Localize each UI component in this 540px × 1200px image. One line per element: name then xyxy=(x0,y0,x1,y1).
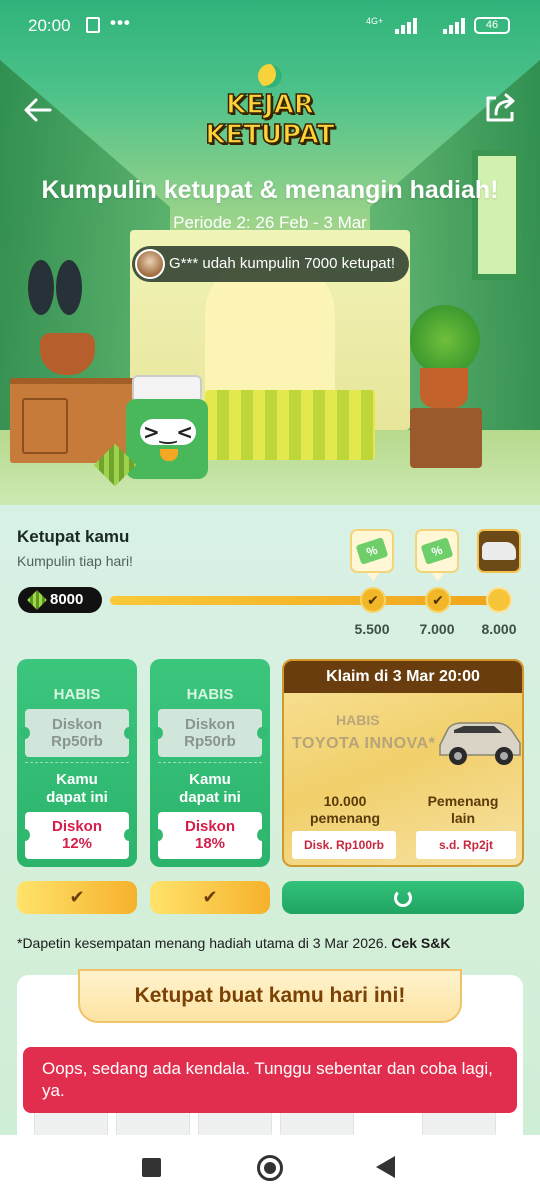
crescent-moon-icon xyxy=(258,64,282,88)
period-label: Periode 2: 26 Feb - 3 Mar xyxy=(173,213,367,232)
you-get-label: Kamu dapat ini xyxy=(46,771,108,806)
grand-prize-card[interactable]: Klaim di 3 Mar 20:00 HABIS TOYOTA INNOVA… xyxy=(282,659,524,867)
ketupat-section-subtitle: Kumpulin tiap hari! xyxy=(17,553,133,569)
reward-coupon: Diskon 18% xyxy=(153,812,267,859)
plant-pot-icon xyxy=(420,368,468,408)
status-badge: HABIS xyxy=(53,686,101,703)
back-triangle-icon[interactable] xyxy=(376,1156,395,1178)
error-toast: Oops, sedang ada kendala. Tunggu sebenta… xyxy=(23,1047,517,1113)
sold-out-coupon: Diskon Rp50rb xyxy=(20,709,134,757)
status-time: 20:00 xyxy=(28,16,71,35)
status-badge: HABIS xyxy=(186,686,234,703)
daily-ketupat-title: Ketupat buat kamu hari ini! xyxy=(78,969,462,1023)
share-icon[interactable] xyxy=(482,90,518,126)
other-winners-label: Pemenang lain xyxy=(427,793,499,826)
milestone-check-icon: ✔ xyxy=(360,587,386,613)
back-arrow-icon[interactable] xyxy=(20,92,56,128)
check-icon: ✔ xyxy=(69,887,85,908)
you-get-label: Kamu dapat ini xyxy=(179,771,241,806)
milestone-check-icon: ✔ xyxy=(425,587,451,613)
reward-card-1[interactable]: HABIS Diskon Rp50rb Kamu dapat ini Diskon 1… xyxy=(17,659,137,867)
home-icon[interactable] xyxy=(257,1155,283,1181)
wooden-stool xyxy=(410,408,482,468)
claim-date-header: Klaim di 3 Mar 20:00 xyxy=(284,661,522,693)
battery-icon: 46 xyxy=(474,17,510,34)
milestone-label: 8.000 xyxy=(481,621,517,637)
recent-apps-icon[interactable] xyxy=(142,1158,161,1177)
plant-icon xyxy=(410,305,480,375)
grand-coupon-2: s.d. Rp2jt xyxy=(416,831,516,859)
prize-name: TOYOTA INNOVA* xyxy=(292,735,436,752)
claimed-check-button[interactable]: ✔ xyxy=(17,881,137,914)
ketupat-table xyxy=(205,390,375,460)
ketupat-section-title: Ketupat kamu xyxy=(17,527,130,546)
terms-link[interactable]: Cek S&K xyxy=(391,935,450,951)
signal-icon xyxy=(443,18,469,34)
sold-out-coupon: Diskon Rp50rb xyxy=(153,709,267,757)
check-icon: ✔ xyxy=(202,887,218,908)
claimed-check-button[interactable]: ✔ xyxy=(150,881,270,914)
car-prize-icon[interactable] xyxy=(477,529,521,573)
frying-pan-icon xyxy=(56,260,82,315)
ketupat-icon xyxy=(27,590,47,610)
activity-ticker: G*** udah kumpulin 7000 ketupat! xyxy=(132,246,409,282)
winners-count-label: 10.000 pemenang xyxy=(309,793,380,826)
owl-mascot: >‿< xyxy=(118,375,218,490)
car-prize-icon xyxy=(434,703,522,773)
avatar xyxy=(135,249,165,279)
ketupat-count-badge: 8000 xyxy=(18,587,102,613)
kejar-ketupat-logo: KEJAR KETUPAT xyxy=(200,62,340,154)
grand-prize-loading-button[interactable] xyxy=(282,881,524,914)
milestone-label: 7.000 xyxy=(419,621,455,637)
milestone-final-dot xyxy=(486,587,512,613)
more-notifications-icon: ••• xyxy=(110,13,131,32)
grand-coupon-1: Disk. Rp100rb xyxy=(292,831,396,859)
loading-spinner-icon xyxy=(394,888,412,907)
page-title: Kumpulin ketupat & menangin hadiah! xyxy=(41,176,499,204)
reward-card-2[interactable]: HABIS Diskon Rp50rb Kamu dapat ini Diskon 1… xyxy=(150,659,270,867)
signal-icon xyxy=(395,18,421,34)
frying-pan-icon xyxy=(28,260,54,315)
app-notification-icon xyxy=(86,17,100,33)
discount-tag-icon[interactable]: % xyxy=(350,529,394,573)
status-badge: HABIS xyxy=(336,712,380,728)
terms-footnote: *Dapetin kesempatan menang hadiah utama … xyxy=(17,935,451,951)
discount-tag-icon[interactable]: % xyxy=(415,529,459,573)
network-type: 4G+ xyxy=(366,16,384,26)
milestone-label: 5.500 xyxy=(354,621,390,637)
reward-coupon: Diskon 12% xyxy=(20,812,134,859)
status-bar: 20:00 ••• 4G+ 46 xyxy=(0,0,540,50)
